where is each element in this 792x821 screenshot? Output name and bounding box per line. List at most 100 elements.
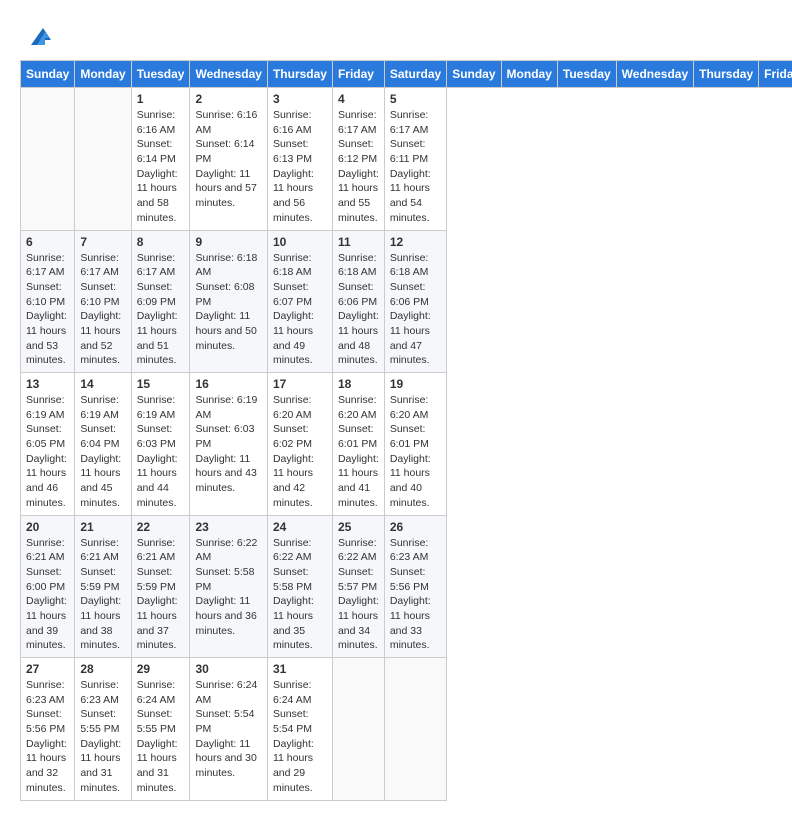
day-number: 25 [338,520,379,534]
calendar-cell: 15 Sunrise: 6:19 AM Sunset: 6:03 PM Dayli… [131,373,190,516]
day-number: 11 [338,235,379,249]
day-header-wednesday: Wednesday [616,61,693,88]
calendar-cell: 28Sunrise: 6:23 AM Sunset: 5:55 PM Dayli… [75,658,131,801]
calendar-cell: 1Sunrise: 6:16 AM Sunset: 6:14 PM Daylig… [131,88,190,231]
day-header-tuesday: Tuesday [557,61,616,88]
day-info: Sunrise: 6:23 AM Sunset: 5:56 PM Dayligh… [390,536,441,654]
calendar-cell: 4 Sunrise: 6:17 AM Sunset: 6:12 PM Daylig… [332,88,384,231]
calendar-cell: 20 Sunrise: 6:21 AM Sunset: 6:00 PM Dayli… [21,515,75,658]
day-info: Sunrise: 6:18 AM Sunset: 6:06 PM Dayligh… [390,251,441,369]
day-info: Sunrise: 6:16 AM Sunset: 6:13 PM Dayligh… [273,108,327,226]
calendar-cell: 7 Sunrise: 6:17 AM Sunset: 6:10 PM Daylig… [75,230,131,373]
day-number: 3 [273,92,327,106]
day-number: 7 [80,235,125,249]
calendar-cell: 30Sunrise: 6:24 AM Sunset: 5:54 PM Dayli… [190,658,267,801]
day-header-monday: Monday [501,61,557,88]
calendar-cell [332,658,384,801]
day-number: 18 [338,377,379,391]
calendar-cell: 14Sunrise: 6:19 AM Sunset: 6:04 PM Dayli… [75,373,131,516]
calendar-cell: 8 Sunrise: 6:17 AM Sunset: 6:09 PM Daylig… [131,230,190,373]
day-info: Sunrise: 6:18 AM Sunset: 6:06 PM Dayligh… [338,251,379,369]
calendar-cell: 6Sunrise: 6:17 AM Sunset: 6:10 PM Daylig… [21,230,75,373]
day-header-sunday: Sunday [21,61,75,88]
day-info: Sunrise: 6:19 AM Sunset: 6:03 PM Dayligh… [137,393,185,511]
day-info: Sunrise: 6:22 AM Sunset: 5:57 PM Dayligh… [338,536,379,654]
day-info: Sunrise: 6:24 AM Sunset: 5:54 PM Dayligh… [273,678,327,796]
day-number: 28 [80,662,125,676]
calendar-cell: 23 Sunrise: 6:22 AM Sunset: 5:58 PM Dayli… [190,515,267,658]
calendar-cell: 16 Sunrise: 6:19 AM Sunset: 6:03 PM Dayli… [190,373,267,516]
day-info: Sunrise: 6:20 AM Sunset: 6:01 PM Dayligh… [338,393,379,511]
day-number: 8 [137,235,185,249]
day-number: 12 [390,235,441,249]
day-info: Sunrise: 6:17 AM Sunset: 6:11 PM Dayligh… [390,108,441,226]
day-header-tuesday: Tuesday [131,61,190,88]
day-header-friday: Friday [759,61,792,88]
day-info: Sunrise: 6:24 AM Sunset: 5:55 PM Dayligh… [137,678,185,796]
day-header-monday: Monday [75,61,131,88]
day-info: Sunrise: 6:24 AM Sunset: 5:54 PM Dayligh… [195,678,261,781]
day-number: 20 [26,520,69,534]
day-number: 24 [273,520,327,534]
day-info: Sunrise: 6:21 AM Sunset: 5:59 PM Dayligh… [80,536,125,654]
calendar-table: SundayMondayTuesdayWednesdayThursdayFrid… [20,60,792,801]
calendar-week-row: 13 Sunrise: 6:19 AM Sunset: 6:05 PM Dayli… [21,373,792,516]
day-number: 26 [390,520,441,534]
day-number: 6 [26,235,69,249]
day-info: Sunrise: 6:20 AM Sunset: 6:02 PM Dayligh… [273,393,327,511]
day-number: 22 [137,520,185,534]
calendar-cell: 31 Sunrise: 6:24 AM Sunset: 5:54 PM Dayli… [267,658,332,801]
day-number: 5 [390,92,441,106]
day-number: 4 [338,92,379,106]
day-number: 29 [137,662,185,676]
day-info: Sunrise: 6:17 AM Sunset: 6:10 PM Dayligh… [80,251,125,369]
calendar-cell: 13 Sunrise: 6:19 AM Sunset: 6:05 PM Dayli… [21,373,75,516]
calendar-cell: 22 Sunrise: 6:21 AM Sunset: 5:59 PM Dayli… [131,515,190,658]
calendar-cell: 29 Sunrise: 6:24 AM Sunset: 5:55 PM Dayli… [131,658,190,801]
day-number: 2 [195,92,261,106]
day-number: 13 [26,377,69,391]
day-info: Sunrise: 6:21 AM Sunset: 5:59 PM Dayligh… [137,536,185,654]
day-info: Sunrise: 6:19 AM Sunset: 6:03 PM Dayligh… [195,393,261,496]
day-header-friday: Friday [332,61,384,88]
day-info: Sunrise: 6:17 AM Sunset: 6:12 PM Dayligh… [338,108,379,226]
calendar-cell: 25 Sunrise: 6:22 AM Sunset: 5:57 PM Dayli… [332,515,384,658]
day-info: Sunrise: 6:23 AM Sunset: 5:56 PM Dayligh… [26,678,69,796]
day-number: 17 [273,377,327,391]
day-header-sunday: Sunday [447,61,501,88]
day-header-wednesday: Wednesday [190,61,267,88]
day-number: 27 [26,662,69,676]
day-info: Sunrise: 6:19 AM Sunset: 6:04 PM Dayligh… [80,393,125,511]
day-number: 10 [273,235,327,249]
day-info: Sunrise: 6:22 AM Sunset: 5:58 PM Dayligh… [273,536,327,654]
calendar-cell [384,658,446,801]
day-info: Sunrise: 6:22 AM Sunset: 5:58 PM Dayligh… [195,536,261,639]
day-header-thursday: Thursday [694,61,759,88]
day-number: 23 [195,520,261,534]
logo [20,20,53,50]
calendar-cell: 26 Sunrise: 6:23 AM Sunset: 5:56 PM Dayli… [384,515,446,658]
calendar-cell: 24 Sunrise: 6:22 AM Sunset: 5:58 PM Dayli… [267,515,332,658]
day-info: Sunrise: 6:16 AM Sunset: 6:14 PM Dayligh… [195,108,261,211]
calendar-week-row: 20 Sunrise: 6:21 AM Sunset: 6:00 PM Dayli… [21,515,792,658]
calendar-cell: 10Sunrise: 6:18 AM Sunset: 6:07 PM Dayli… [267,230,332,373]
calendar-week-row: 1Sunrise: 6:16 AM Sunset: 6:14 PM Daylig… [21,88,792,231]
logo-icon [23,20,53,50]
day-info: Sunrise: 6:20 AM Sunset: 6:01 PM Dayligh… [390,393,441,511]
day-number: 31 [273,662,327,676]
day-info: Sunrise: 6:19 AM Sunset: 6:05 PM Dayligh… [26,393,69,511]
page-header [20,20,772,50]
calendar-week-row: 6 Sunrise: 6:17 AM Sunset: 6:10 PM Daylig… [21,230,792,373]
day-number: 19 [390,377,441,391]
day-number: 21 [80,520,125,534]
day-number: 16 [195,377,261,391]
day-info: Sunrise: 6:17 AM Sunset: 6:09 PM Dayligh… [137,251,185,369]
day-info: Sunrise: 6:21 AM Sunset: 6:00 PM Dayligh… [26,536,69,654]
calendar-cell: 11 Sunrise: 6:18 AM Sunset: 6:06 PM Dayli… [332,230,384,373]
calendar-cell: 17 Sunrise: 6:20 AM Sunset: 6:02 PM Dayli… [267,373,332,516]
day-info: Sunrise: 6:16 AM Sunset: 6:14 PM Dayligh… [137,108,185,226]
day-number: 15 [137,377,185,391]
calendar-cell: 3 Sunrise: 6:16 AM Sunset: 6:13 PM Daylig… [267,88,332,231]
calendar-cell: 2 Sunrise: 6:16 AM Sunset: 6:14 PM Daylig… [190,88,267,231]
calendar-cell: 18 Sunrise: 6:20 AM Sunset: 6:01 PM Dayli… [332,373,384,516]
